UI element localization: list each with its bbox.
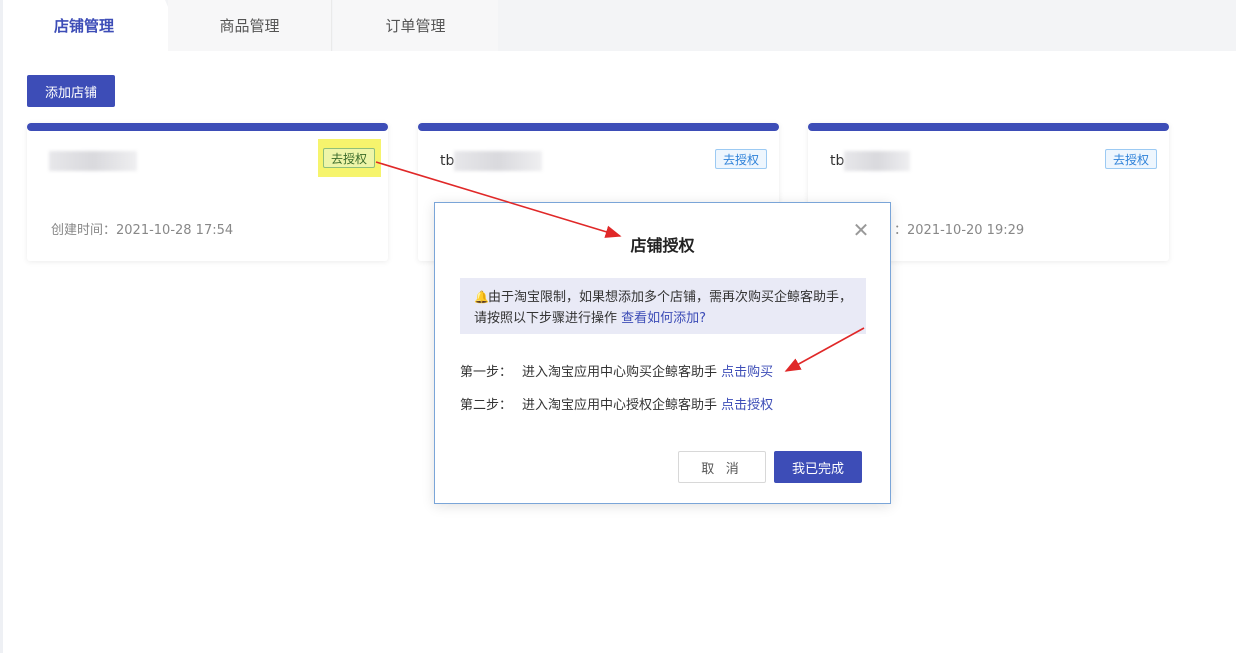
redacted-shop-name <box>49 151 137 171</box>
close-icon[interactable]: ✕ <box>852 220 870 240</box>
authorize-button[interactable]: 去授权 <box>714 149 767 169</box>
step-two-label: 第二步： <box>460 398 513 413</box>
authorize-button[interactable]: 去授权 <box>323 148 376 168</box>
page-left-edge <box>0 0 3 653</box>
step-one-text: 进入淘宝应用中心购买企鲸客助手 <box>522 365 718 380</box>
created-time: ：2021-10-20 19:29 <box>894 223 1025 238</box>
done-button[interactable]: 我已完成 <box>774 451 862 483</box>
created-time: 创建时间：2021-10-28 17:54 <box>51 223 234 238</box>
buy-link[interactable]: 点击购买 <box>721 365 773 380</box>
step-two-text: 进入淘宝应用中心授权企鲸客助手 <box>522 398 718 413</box>
shop-name <box>49 151 137 171</box>
step-one: 第一步： 进入淘宝应用中心购买企鲸客助手 点击购买 <box>460 361 773 380</box>
authorize-link[interactable]: 点击授权 <box>721 398 773 413</box>
how-to-add-link[interactable]: 查看如何添加? <box>621 311 706 326</box>
cancel-button[interactable]: 取 消 <box>678 451 766 483</box>
card-top-bar <box>808 123 1169 131</box>
tab-product-management[interactable]: 商品管理 <box>168 0 332 51</box>
card-top-bar <box>27 123 388 131</box>
tab-order-management[interactable]: 订单管理 <box>333 0 498 51</box>
redacted-shop-name <box>844 151 911 171</box>
redacted-shop-name <box>454 151 543 171</box>
shop-name: tb <box>830 151 911 171</box>
shop-name: tb <box>440 151 543 171</box>
tab-shop-management[interactable]: 店铺管理 <box>3 0 165 51</box>
shop-authorize-dialog: 店铺授权 ✕ 🔔由于淘宝限制，如果想添加多个店铺，需再次购买企鲸客助手，请按照以… <box>434 202 891 504</box>
step-one-label: 第一步： <box>460 365 513 380</box>
card-top-bar <box>418 123 779 131</box>
add-shop-button[interactable]: 添加店铺 <box>27 75 115 107</box>
step-two: 第二步： 进入淘宝应用中心授权企鲸客助手 点击授权 <box>460 394 773 413</box>
dialog-title: 店铺授权 <box>630 236 695 255</box>
authorize-button[interactable]: 去授权 <box>1104 149 1157 169</box>
bell-icon: 🔔 <box>474 290 489 304</box>
notice-box: 🔔由于淘宝限制，如果想添加多个店铺，需再次购买企鲸客助手，请按照以下步骤进行操作… <box>460 278 866 334</box>
